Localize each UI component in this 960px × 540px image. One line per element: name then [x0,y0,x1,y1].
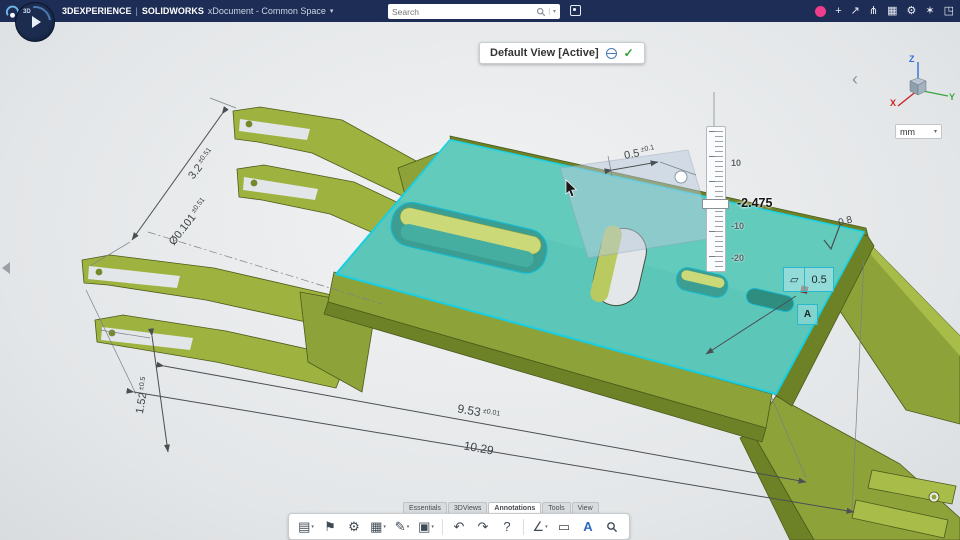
tab-view[interactable]: View [572,502,599,513]
brand-divider: | [136,6,138,16]
top-bar: 3DEXPERIENCE | SOLIDWORKS xDocument - Co… [0,0,960,22]
flatness-symbol-icon: ▱ [784,268,804,291]
notifications-icon[interactable]: ✶ [925,6,934,17]
dim-10-29: 10.29 [463,439,495,458]
search-box[interactable]: ▾ [388,4,560,19]
orientation-triad[interactable]: Z Y X [882,50,956,116]
search-input[interactable] [392,7,536,17]
units-caret-icon: ▾ [934,128,937,135]
edit-annotation-icon[interactable]: ✎▾ [391,516,413,538]
balloon-icon[interactable]: ⚑ [319,516,341,538]
measurement-readout: -2.475 [737,196,772,210]
brand-solidworks: SOLIDWORKS [142,6,204,16]
help-icon[interactable]: ? [496,516,518,538]
document-title[interactable]: xDocument - Common Space [208,6,326,16]
3dexperience-compass[interactable]: 3D [15,2,55,42]
tab-essentials[interactable]: Essentials [403,502,447,513]
user-status-avatar[interactable] [815,6,826,17]
tag-icon[interactable] [570,5,581,16]
tab-tools[interactable]: Tools [542,502,570,513]
dim-3-2: 3.2±0.51 [186,147,217,182]
tab-annotations[interactable]: Annotations [488,502,541,513]
dim-1-52: 1.52±0.5 [134,376,152,415]
app-menu[interactable]: 3DEXPERIENCE | SOLIDWORKS xDocument - Co… [62,6,333,16]
solidworks-3dexperience-app: { "topbar": { "brand": "3DEXPERIENCE", "… [0,0,960,540]
dim-9-53: 9.53±0.01 [456,401,501,422]
wrench-icon[interactable]: ⚙ [907,6,917,17]
table-icon[interactable]: ▦▾ [367,516,389,538]
active-view-label: Default View [Active] [490,47,599,59]
share-nodes-icon[interactable]: ⋔ [869,6,878,17]
redo-icon[interactable]: ↷ [472,516,494,538]
fullscreen-icon[interactable]: ◳ [944,6,954,17]
fcf-tolerance-value: 0.5 [804,268,832,291]
section-plane[interactable] [560,150,714,258]
ruler-tick-10: 10 [731,158,741,168]
share-arrow-icon[interactable]: ↗ [851,6,860,17]
view-note-icon[interactable]: ▤▾ [295,516,317,538]
ruler-pointer-handle[interactable] [702,199,729,209]
toolbar-divider [523,519,524,535]
globe-icon [606,48,617,59]
check-icon: ✓ [624,46,634,60]
ruler-tick-minus10: -10 [731,221,744,231]
plane-drag-handle[interactable] [675,171,687,183]
previous-view-chevron[interactable]: ‹ [852,70,858,88]
triad-y-label: Y [949,92,955,102]
feature-control-frame[interactable]: ▱ 0.5 [783,267,834,292]
datum-label[interactable]: A [797,304,818,325]
dim-dia-0101: Ø0.101±0.51 [167,196,211,247]
annotation-toolbar: ▤▾ ⚑ ⚙ ▦▾ ✎▾ ▣▾ ↶ ↷ ? ∠▾ ▭ A [288,513,630,540]
panel-collapse-arrow-icon[interactable] [2,262,10,274]
undo-icon[interactable]: ↶ [448,516,470,538]
ribbon-tabs: Essentials 3DViews Annotations Tools Vie… [403,502,600,513]
brand-3dexperience: 3DEXPERIENCE [62,6,132,16]
gear-icon[interactable]: ⚙ [343,516,365,538]
search-icon[interactable] [536,7,546,17]
tab-3dviews[interactable]: 3DViews [448,502,488,513]
stamp-icon[interactable]: ▣▾ [415,516,437,538]
triad-z-label: Z [909,54,915,64]
plus-icon[interactable]: + [835,6,841,17]
compass-3d-label: 3D [23,9,31,15]
text-frame-icon[interactable]: ▭ [553,516,575,538]
search-options-caret-icon[interactable]: ▾ [549,8,556,15]
cad-part-model[interactable] [82,107,960,540]
apps-grid-icon[interactable]: ▦ [887,6,897,17]
toolbar-divider [442,519,443,535]
active-view-pill[interactable]: Default View [Active] ✓ [479,42,645,64]
measure-angle-icon[interactable]: ∠▾ [529,516,551,538]
compass-play-icon[interactable] [32,16,41,28]
font-icon[interactable]: A [577,516,599,538]
zoom-icon[interactable] [601,516,623,538]
datum-letter: A [804,309,811,320]
units-dropdown[interactable]: mm ▾ [895,124,942,139]
units-value: mm [900,127,915,137]
document-caret-icon[interactable]: ▾ [330,7,334,15]
triad-x-label: X [890,98,896,108]
ruler-tick-minus20: -20 [731,253,744,263]
